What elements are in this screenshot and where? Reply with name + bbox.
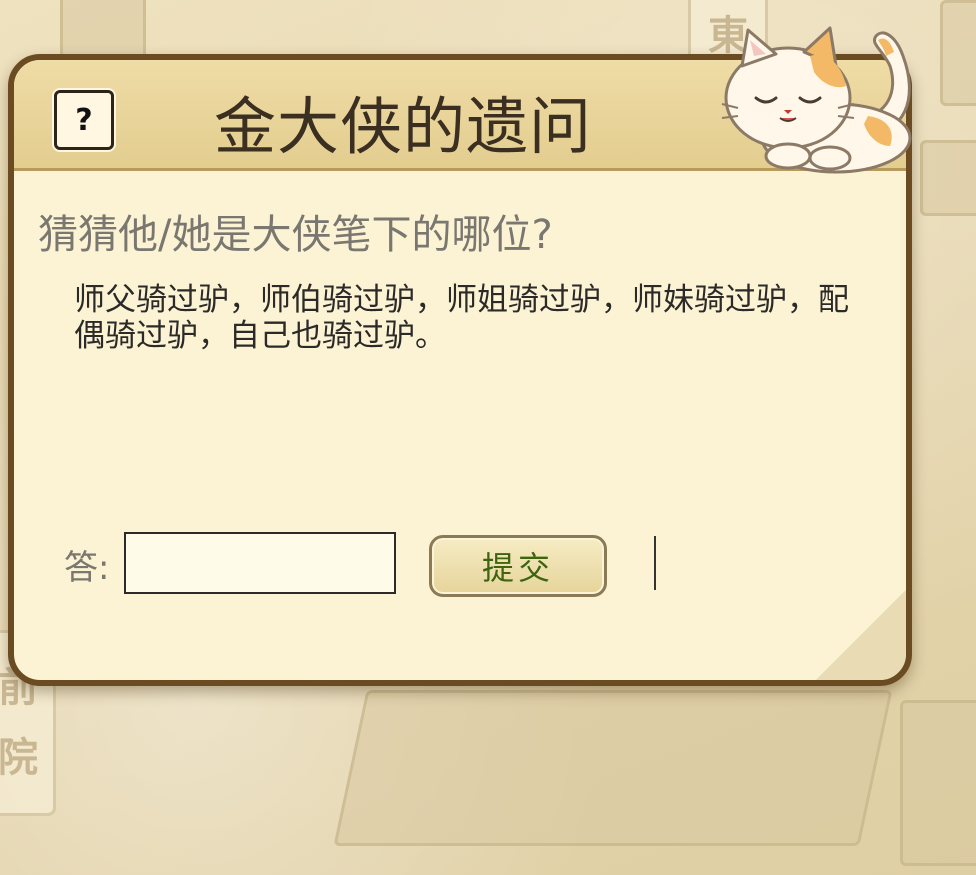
dialog-title: 金大侠的遗问 (214, 90, 593, 163)
background-bench-right (900, 700, 976, 866)
riddle-question: 猜猜他/她是大侠笔下的哪位? (38, 212, 553, 258)
background-furniture (333, 690, 893, 846)
submit-button[interactable]: 提交 (429, 535, 607, 597)
background-frame-right (940, 0, 976, 106)
sleeping-cat-icon (721, 26, 912, 174)
riddle-clue: 师父骑过驴，师伯骑过驴，师姐骑过驴，师妹骑过驴，配偶骑过驴，自己也骑过驴。 (74, 282, 849, 354)
answer-input[interactable] (124, 532, 396, 594)
text-cursor (654, 536, 656, 590)
answer-label: 答: (64, 548, 110, 588)
question-mark-icon[interactable]: ? (54, 90, 114, 150)
background-shelf-right (920, 140, 976, 216)
